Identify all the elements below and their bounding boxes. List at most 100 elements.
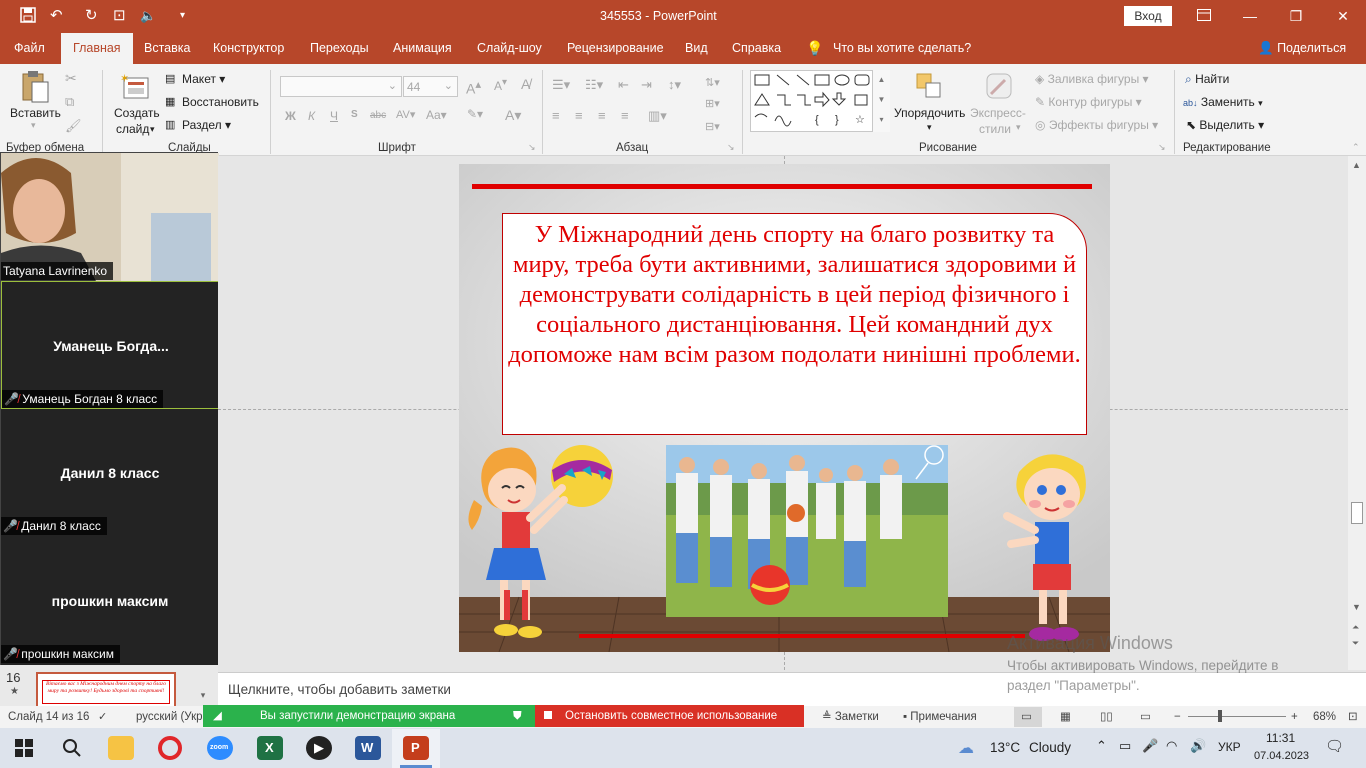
paste-button[interactable]: Вставить — [10, 106, 61, 120]
shape-outline-button[interactable]: ✎ Контур фигуры ▾ — [1035, 95, 1142, 109]
smartart-icon[interactable]: ⊟▾ — [705, 120, 720, 133]
arrange-dropdown-icon[interactable]: ▾ — [927, 122, 932, 133]
tab-transitions[interactable]: Переходы — [310, 33, 369, 64]
tab-review[interactable]: Рецензирование — [567, 33, 664, 64]
zoom-level[interactable]: 68% — [1313, 710, 1336, 724]
tab-animations[interactable]: Анимация — [393, 33, 452, 64]
video-tile[interactable]: прошкин максим 🎤̸ прошкин максим — [1, 537, 219, 665]
zoom-slider-thumb[interactable] — [1218, 710, 1222, 722]
slide-thumbnail[interactable]: Вітаємо вас з Міжнародним днем спорту на… — [36, 672, 176, 708]
chevron-up-icon[interactable]: ⌃ — [1096, 738, 1107, 754]
arrange-icon[interactable] — [915, 72, 945, 102]
quick-styles-line2[interactable]: стили — [979, 122, 1011, 136]
tab-design[interactable]: Конструктор — [213, 33, 284, 64]
word-icon[interactable]: W — [355, 736, 381, 760]
char-spacing-icon[interactable]: AV▾ — [396, 108, 415, 121]
layout-button[interactable]: Макет ▾ — [182, 72, 225, 86]
slide[interactable]: У Міжнародний день спорту на благо розви… — [459, 164, 1110, 652]
justify-icon[interactable]: ≡ — [621, 108, 629, 123]
thumbnail-scroll-down[interactable]: ▾ — [196, 690, 210, 704]
underline-button[interactable]: Ч — [330, 109, 338, 123]
text-direction-icon[interactable]: ⇅▾ — [705, 76, 720, 89]
wifi-icon[interactable]: ◠ — [1166, 738, 1177, 754]
redo-icon[interactable]: ↻ — [85, 7, 98, 25]
previous-slide-icon[interactable]: ⏶ — [1352, 622, 1359, 633]
shrink-font-icon[interactable]: A▾ — [494, 77, 507, 93]
excel-icon[interactable]: X — [257, 736, 283, 760]
shape-fill-button[interactable]: ◈ Заливка фигуры ▾ — [1035, 72, 1149, 86]
change-case-icon[interactable]: Aa▾ — [426, 108, 447, 122]
tab-help[interactable]: Справка — [732, 33, 781, 64]
align-left-icon[interactable]: ≡ — [552, 108, 560, 123]
quick-styles-dropdown-icon[interactable]: ▾ — [1016, 122, 1021, 133]
paragraph-dialog-launcher-icon[interactable]: ↘ — [727, 142, 735, 153]
paste-dropdown-icon[interactable]: ▾ — [31, 120, 36, 131]
fit-to-window-icon[interactable]: ⊡ — [1348, 710, 1358, 724]
font-size-select[interactable]: 44 ⌄ — [403, 76, 458, 97]
bullets-icon[interactable]: ☰▾ — [552, 77, 570, 93]
video-tile[interactable]: Данил 8 класс 🎤̸ Данил 8 класс — [1, 409, 219, 537]
italic-button[interactable]: К — [308, 109, 315, 123]
shapes-gallery-scroll[interactable]: ▲ ▼ ▾ — [872, 70, 890, 132]
cut-icon[interactable]: ✂ — [65, 70, 77, 87]
replace-button[interactable]: ab↓ Заменить ▾ — [1183, 95, 1263, 109]
new-slide-line2[interactable]: слайд — [116, 122, 149, 136]
arrange-button[interactable]: Упорядочить — [894, 106, 965, 120]
search-icon[interactable] — [62, 738, 82, 758]
shape-effects-button[interactable]: ◎ Эффекты фигуры ▾ — [1035, 118, 1158, 132]
notes-placeholder[interactable]: Щелкните, чтобы добавить заметки — [228, 682, 451, 697]
close-button[interactable]: ✕ — [1320, 0, 1366, 33]
normal-view-button[interactable]: ▭ — [1014, 707, 1042, 727]
shadow-button[interactable]: S — [351, 109, 358, 120]
tab-home[interactable]: Главная — [61, 33, 133, 64]
line-spacing-icon[interactable]: ↕▾ — [668, 77, 681, 93]
weather-desc[interactable]: Cloudy — [1029, 740, 1071, 755]
drawing-dialog-launcher-icon[interactable]: ↘ — [1158, 142, 1166, 153]
columns-icon[interactable]: ▥▾ — [648, 108, 667, 124]
font-dialog-launcher-icon[interactable]: ↘ — [528, 142, 536, 153]
video-tile[interactable]: Уманець Богда... 🎤̸ Уманець Богдан 8 кла… — [1, 281, 219, 409]
restore-button[interactable]: ❐ — [1273, 0, 1319, 33]
powerpoint-taskbar-button[interactable]: P — [392, 729, 440, 768]
slide-sorter-icon[interactable]: ▦ — [1060, 710, 1071, 724]
next-slide-icon[interactable]: ⏷ — [1352, 638, 1359, 649]
windows-start-icon[interactable] — [15, 739, 33, 757]
clock-date[interactable]: 07.04.2023 — [1254, 750, 1309, 762]
font-family-select[interactable]: ⌄ — [280, 76, 402, 97]
quick-styles-icon[interactable] — [985, 72, 1015, 102]
save-icon[interactable] — [20, 7, 36, 28]
tab-file[interactable]: Файл — [14, 33, 45, 64]
scroll-up-icon[interactable]: ▲ — [1352, 160, 1361, 170]
decrease-indent-icon[interactable]: ⇤ — [618, 77, 629, 93]
collapse-ribbon-icon[interactable]: ⌃ — [1352, 142, 1360, 153]
quick-styles-line1[interactable]: Экспресс- — [970, 106, 1026, 120]
minimize-button[interactable]: — — [1227, 0, 1273, 33]
customize-toolbar-icon[interactable]: ▾ — [180, 7, 185, 25]
zoom-icon[interactable]: zoom — [207, 736, 233, 760]
align-text-icon[interactable]: ⊞▾ — [705, 97, 720, 110]
clear-format-icon[interactable]: A̸ — [521, 76, 530, 92]
notifications-icon[interactable]: 🗨 — [1325, 737, 1344, 755]
input-language[interactable]: УКР — [1218, 740, 1241, 754]
increase-indent-icon[interactable]: ⇥ — [641, 77, 652, 93]
notes-pane[interactable]: Щелкните, чтобы добавить заметки — [218, 672, 1366, 706]
notes-toggle-button[interactable]: ≜ Заметки — [822, 710, 879, 724]
ribbon-display-icon[interactable] — [1197, 9, 1213, 23]
new-slide-line1[interactable]: Создать — [114, 106, 160, 120]
sign-in-button[interactable]: Вход — [1124, 6, 1172, 26]
numbering-icon[interactable]: ☷▾ — [585, 77, 603, 93]
opera-icon[interactable] — [158, 736, 182, 760]
stop-share-button[interactable]: Остановить совместное использование — [535, 705, 804, 727]
vertical-scrollbar[interactable]: ▲ ▼ ⏶ ⏷ — [1348, 156, 1366, 670]
slideshow-view-icon[interactable]: ▭ — [1140, 710, 1151, 724]
find-button[interactable]: ⌕ Найти — [1185, 72, 1229, 87]
comments-toggle-button[interactable]: ▪ Примечания — [903, 710, 977, 724]
share-button[interactable]: 👤 Поделиться — [1258, 33, 1346, 64]
scroll-thumb[interactable] — [1351, 502, 1363, 524]
media-player-icon[interactable]: ▶ — [306, 736, 332, 760]
spellcheck-icon[interactable]: ✓ — [98, 710, 107, 724]
format-painter-icon[interactable]: 🖌 — [65, 118, 82, 134]
highlight-icon[interactable]: ✎▾ — [467, 107, 483, 121]
battery-icon[interactable]: ▭ — [1119, 738, 1131, 754]
language-indicator[interactable]: русский (Укр — [136, 710, 203, 724]
